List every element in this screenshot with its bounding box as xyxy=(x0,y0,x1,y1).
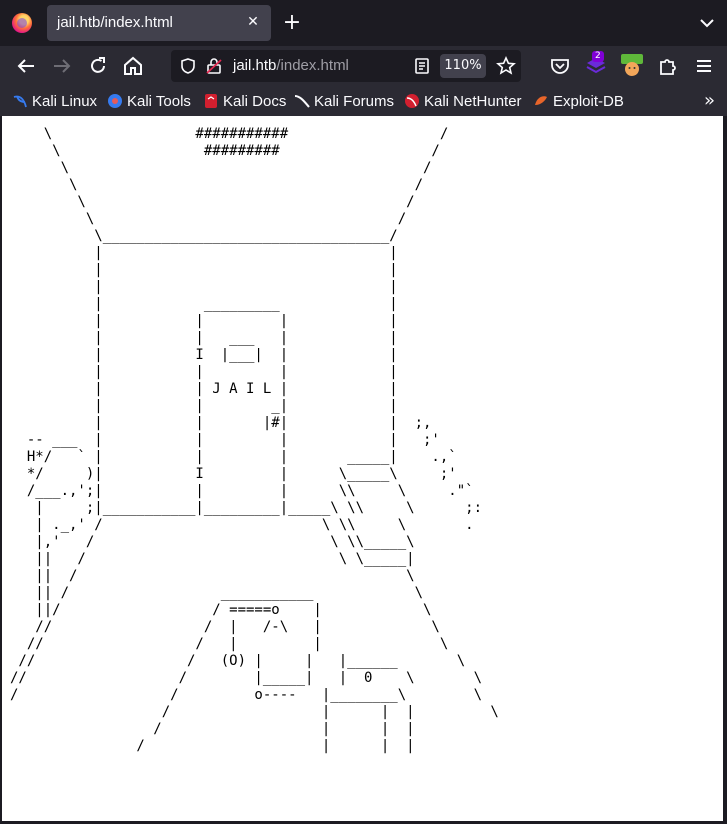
page-content: \ ########### / \ ######### / \ / \ / \ … xyxy=(2,116,723,821)
extension-badge: 2 xyxy=(592,51,604,62)
site-info-lock-icon[interactable] xyxy=(205,57,223,75)
home-icon[interactable] xyxy=(121,54,145,78)
hamburger-menu-icon[interactable] xyxy=(692,54,716,78)
pocket-icon[interactable] xyxy=(548,54,572,78)
kali-icon xyxy=(13,95,27,108)
url-text[interactable]: jail.htb/index.html xyxy=(233,57,349,74)
zoom-level-button[interactable]: 110% xyxy=(440,54,486,78)
extensions-puzzle-icon[interactable] xyxy=(656,54,680,78)
bookmark-exploit-db[interactable]: Exploit-DB xyxy=(533,91,624,111)
kali-tools-icon xyxy=(108,94,122,108)
kali-docs-icon xyxy=(205,94,217,108)
back-icon[interactable] xyxy=(14,54,38,78)
bookmark-label: Kali Linux xyxy=(32,92,98,110)
firefox-logo-icon xyxy=(12,13,32,33)
reader-view-icon[interactable] xyxy=(413,57,431,75)
forward-icon[interactable] xyxy=(50,54,74,78)
bookmark-kali-docs[interactable]: Kali Docs xyxy=(203,91,286,111)
bookmarks-toolbar: Kali Linux Kali Tools Kali Docs Kali For… xyxy=(0,86,727,116)
navigation-toolbar: jail.htb/index.html 110% 2 xyxy=(0,46,727,86)
bookmark-star-icon[interactable] xyxy=(496,56,516,76)
nethunter-icon xyxy=(405,94,419,108)
bookmark-kali-nethunter[interactable]: Kali NetHunter xyxy=(404,91,522,111)
url-host: jail.htb xyxy=(233,57,277,74)
url-path: /index.html xyxy=(276,57,349,74)
url-bar[interactable]: jail.htb/index.html 110% xyxy=(171,50,521,82)
bookmark-label: Kali Docs xyxy=(223,92,287,110)
bookmark-label: Exploit-DB xyxy=(553,92,624,110)
bookmark-label: Kali Forums xyxy=(314,92,395,110)
bookmark-kali-linux[interactable]: Kali Linux xyxy=(12,91,97,111)
burp-extension-icon[interactable] xyxy=(620,54,644,78)
kali-forums-icon xyxy=(294,95,310,108)
reload-icon[interactable] xyxy=(86,54,110,78)
new-tab-button[interactable]: + xyxy=(281,12,303,34)
bookmark-kali-tools[interactable]: Kali Tools xyxy=(107,91,191,111)
bookmark-label: Kali Tools xyxy=(127,92,191,110)
exploit-db-icon xyxy=(535,96,547,105)
tracking-shield-icon[interactable] xyxy=(179,57,197,75)
close-tab-icon[interactable]: ✕ xyxy=(243,12,263,32)
tab-title: jail.htb/index.html xyxy=(57,14,173,31)
list-all-tabs-icon[interactable] xyxy=(697,13,717,33)
tab-strip: jail.htb/index.html ✕ + xyxy=(0,0,727,46)
jail-ascii-art: \ ########### / \ ######### / \ / \ / \ … xyxy=(10,126,499,754)
bookmark-kali-forums[interactable]: Kali Forums xyxy=(294,91,394,111)
tab-active[interactable]: jail.htb/index.html ✕ xyxy=(47,5,271,41)
bookmark-label: Kali NetHunter xyxy=(424,92,522,110)
more-bookmarks-chevron-icon[interactable]: » xyxy=(704,91,715,111)
